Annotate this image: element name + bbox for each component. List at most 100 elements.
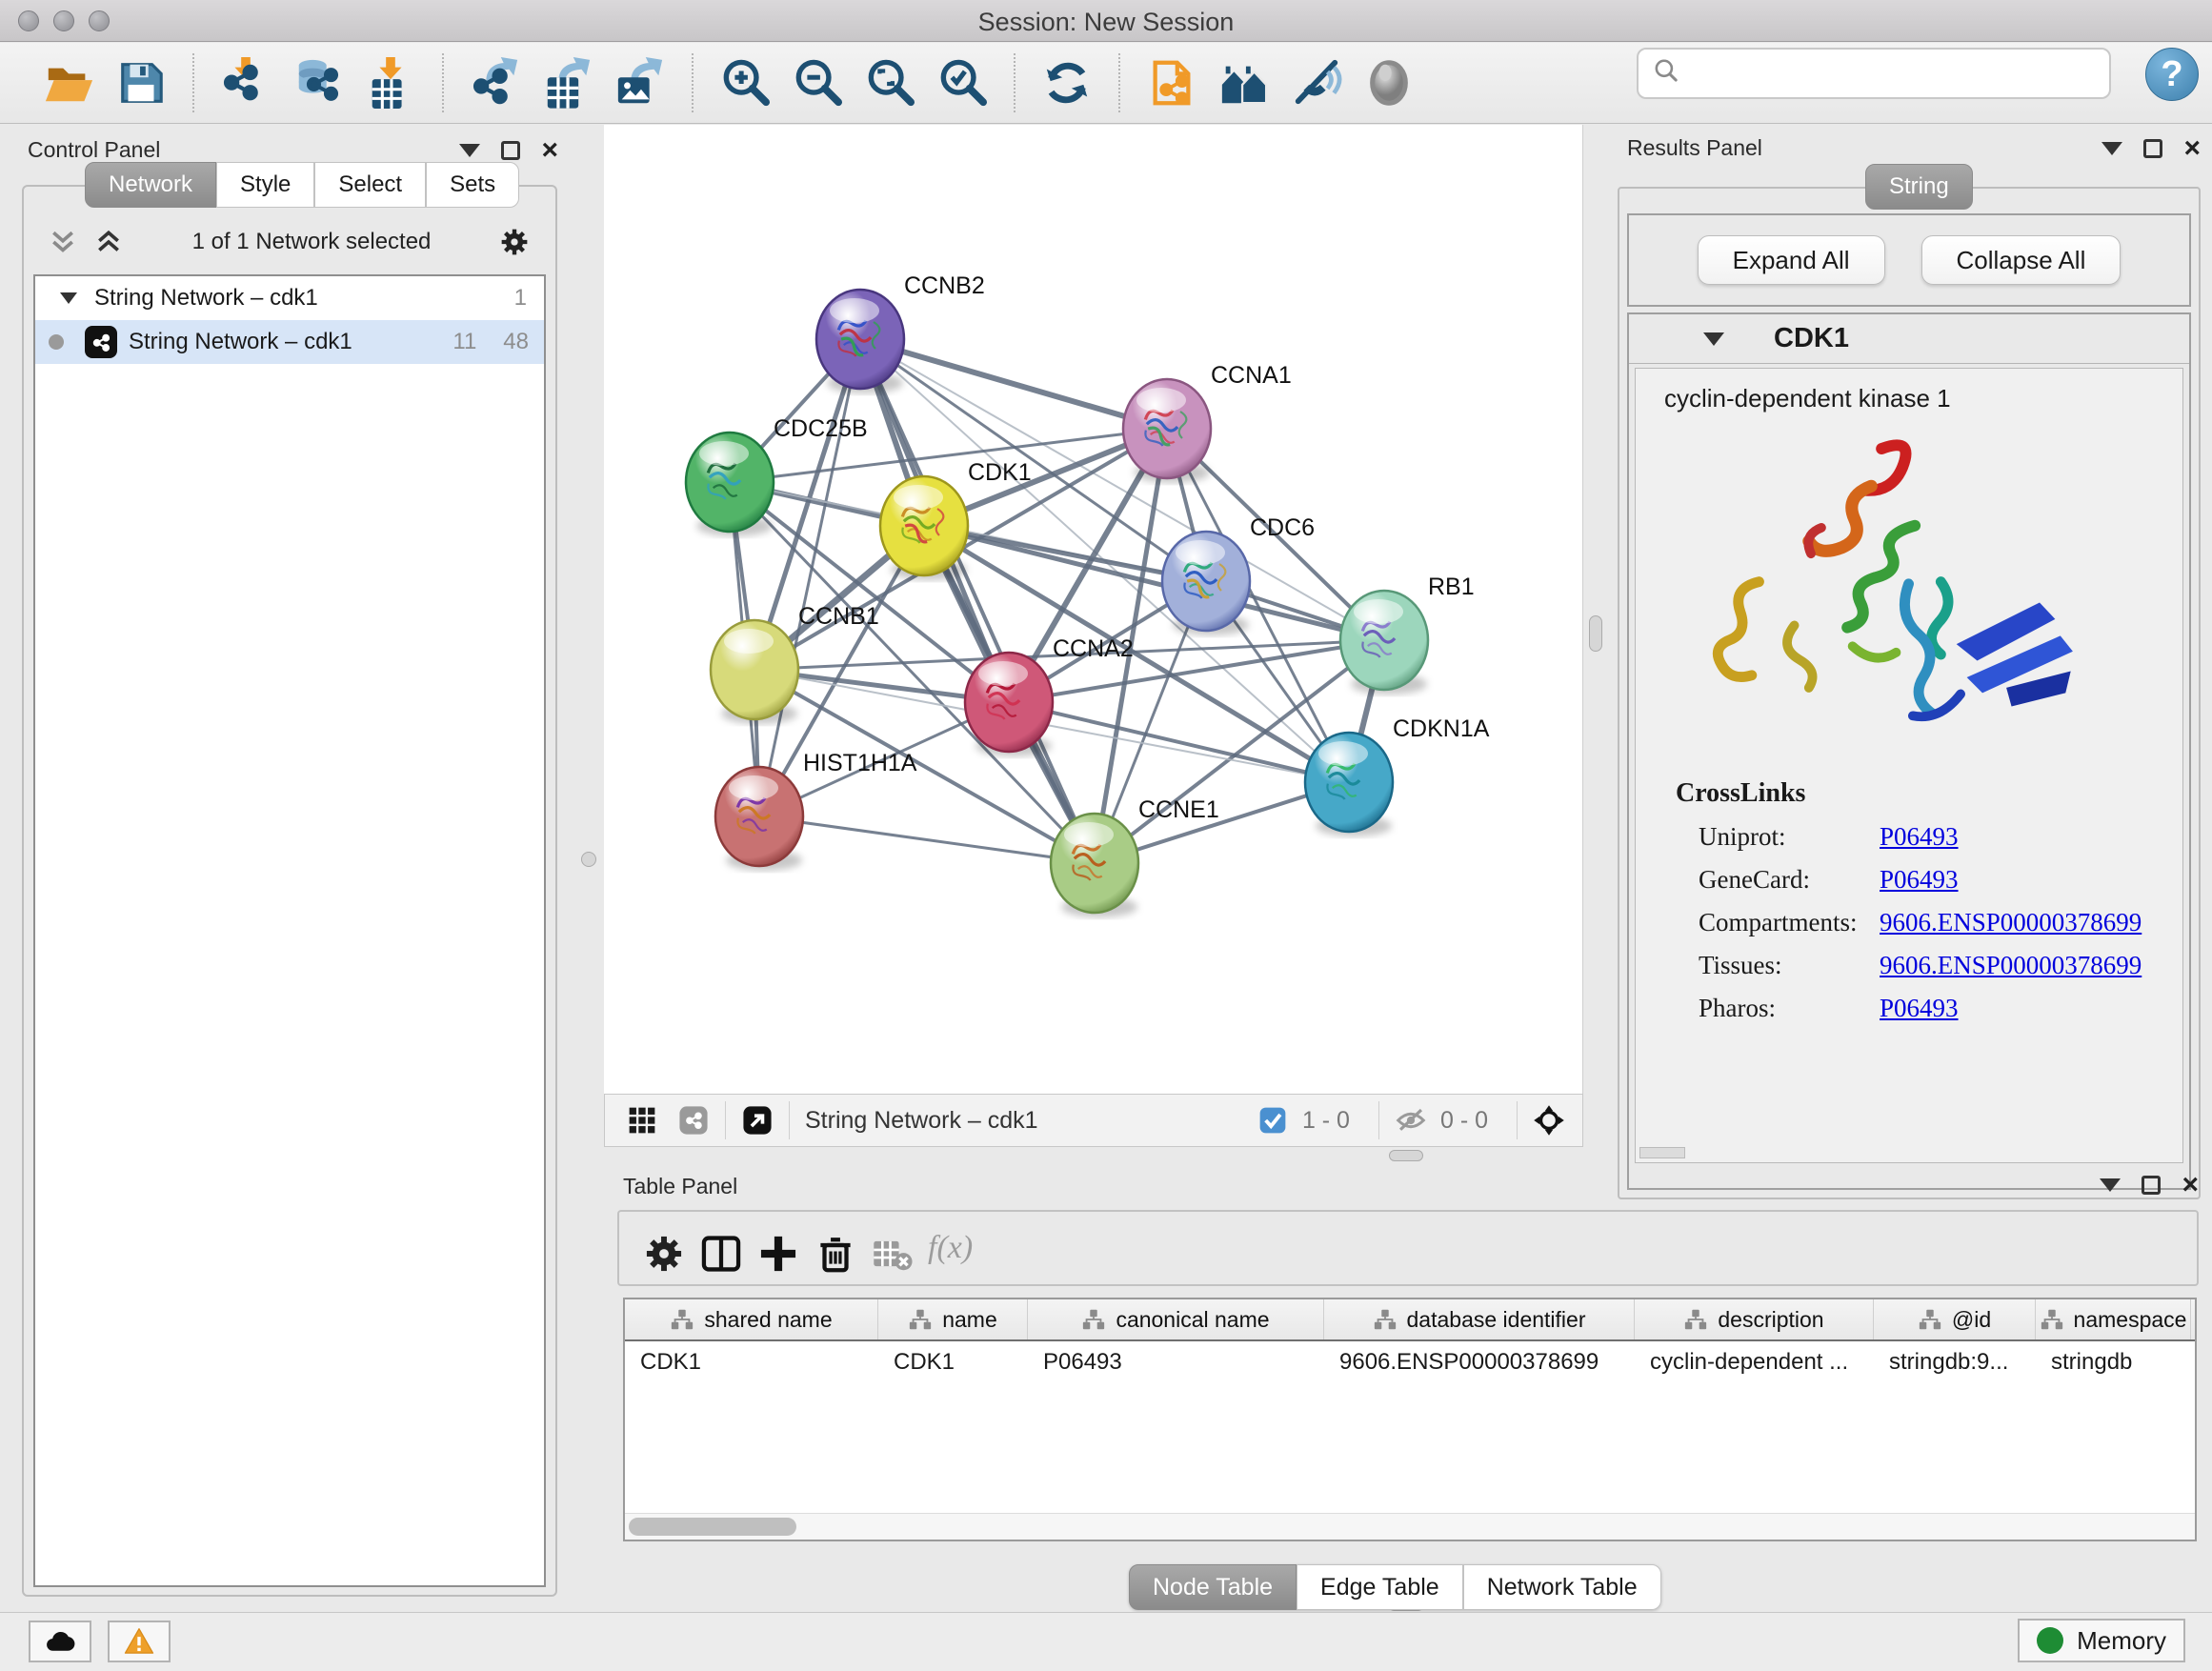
edge-CCNB2-CCNA1[interactable] [860, 339, 1167, 429]
show-columns-icon[interactable] [699, 1232, 732, 1264]
refresh-view-icon[interactable] [1039, 55, 1095, 111]
tab-string[interactable]: String [1865, 164, 1973, 210]
node-CCNB1[interactable]: CCNB1 [711, 603, 879, 724]
import-string-network-icon[interactable] [1144, 55, 1199, 111]
cloud-status-button[interactable] [29, 1621, 91, 1662]
export-table-icon[interactable] [540, 55, 595, 111]
cell-description[interactable]: cyclin-dependent ... [1635, 1349, 1874, 1376]
grid-view-icon[interactable] [626, 1104, 658, 1137]
tree-expand-caret-icon[interactable] [60, 292, 77, 304]
tab-network-table[interactable]: Network Table [1463, 1564, 1661, 1610]
network-view-canvas[interactable]: CCNB2CCNA1CDC25BCDK1CDC6RB1CCNB1CCNA2CDK… [604, 125, 1583, 1094]
node-CDKN1A[interactable]: CDKN1A [1305, 715, 1490, 836]
network-tree-row[interactable]: String Network – cdk1 11 48 [35, 320, 544, 364]
node-HIST1H1A[interactable]: HIST1H1A [715, 750, 917, 871]
results-panel-close-icon[interactable]: × [2183, 139, 2201, 158]
search-box[interactable] [1637, 48, 2111, 99]
cell-name[interactable]: CDK1 [878, 1349, 1028, 1376]
tab-node-table[interactable]: Node Table [1129, 1564, 1297, 1610]
tab-network[interactable]: Network [85, 162, 216, 208]
network-overview-icon[interactable] [1217, 55, 1272, 111]
export-network-icon[interactable] [468, 55, 523, 111]
tab-select[interactable]: Select [314, 162, 426, 208]
zoom-out-icon[interactable] [790, 55, 845, 111]
import-network-database-icon[interactable] [291, 55, 346, 111]
crosslink-link[interactable]: P06493 [1880, 865, 1959, 895]
table-scrollbar-thumb[interactable] [629, 1518, 796, 1536]
zoom-selected-icon[interactable] [935, 55, 990, 111]
selected-items-checkbox-icon[interactable] [1257, 1104, 1289, 1137]
edge-CDK1-RB1[interactable] [924, 526, 1384, 640]
collapse-all-button[interactable]: Collapse All [1921, 235, 2122, 285]
tab-edge-table[interactable]: Edge Table [1297, 1564, 1463, 1610]
vertical-splitter-handle-left[interactable] [581, 852, 596, 867]
cell-canonical-name[interactable]: P06493 [1028, 1349, 1324, 1376]
collapse-all-networks-icon[interactable] [47, 226, 79, 258]
edge-CCNA2-CDKN1A[interactable] [1009, 702, 1349, 782]
edge-CCNB2-HIST1H1A[interactable] [759, 339, 860, 816]
column-header-description[interactable]: description [1635, 1299, 1874, 1339]
column-header-database-identifier[interactable]: database identifier [1324, 1299, 1635, 1339]
import-table-file-icon[interactable] [363, 55, 418, 111]
hide-panels-icon[interactable] [1289, 55, 1344, 111]
help-button[interactable]: ? [2145, 48, 2199, 101]
toolbar-divider [692, 53, 694, 112]
control-panel-float-icon[interactable] [501, 141, 520, 160]
crosslink-link[interactable]: 9606.ENSP00000378699 [1880, 908, 2142, 937]
table-options-gear-icon[interactable] [642, 1232, 674, 1264]
export-image-icon[interactable] [613, 55, 668, 111]
control-panel-menu-caret-icon[interactable] [459, 144, 480, 157]
network-tree-row[interactable]: String Network – cdk1 1 [35, 276, 544, 320]
column-header-namespace[interactable]: namespace [2036, 1299, 2191, 1339]
search-input[interactable] [1694, 59, 2096, 88]
import-network-file-icon[interactable] [218, 55, 273, 111]
network-options-gear-icon[interactable] [498, 226, 531, 258]
table-panel-float-icon[interactable] [2142, 1176, 2161, 1195]
tab-sets[interactable]: Sets [426, 162, 519, 208]
table-horizontal-scrollbar[interactable] [625, 1513, 2195, 1540]
edge-CCNB2-CCNE1[interactable] [860, 339, 1095, 863]
results-panel-float-icon[interactable] [2143, 139, 2162, 158]
detach-view-icon[interactable] [741, 1104, 774, 1137]
cell-namespace[interactable]: stringdb [2036, 1349, 2191, 1376]
cell-shared-name[interactable]: CDK1 [625, 1349, 878, 1376]
zoom-in-icon[interactable] [717, 55, 773, 111]
results-panel-menu-caret-icon[interactable] [2101, 142, 2122, 155]
crosslink-link[interactable]: P06493 [1880, 994, 1959, 1023]
birds-eye-view-icon[interactable] [1533, 1104, 1565, 1137]
node-RB1[interactable]: RB1 [1340, 574, 1475, 695]
open-session-icon[interactable] [41, 55, 96, 111]
show-panel-icon[interactable] [1361, 55, 1417, 111]
tab-style[interactable]: Style [216, 162, 314, 208]
control-panel-close-icon[interactable]: × [541, 141, 558, 160]
table-panel-close-icon[interactable]: × [2182, 1176, 2199, 1195]
string-network-graph[interactable]: CCNB2CCNA1CDC25BCDK1CDC6RB1CCNB1CCNA2CDK… [604, 125, 1583, 1094]
expand-all-networks-icon[interactable] [92, 226, 125, 258]
node-CCNA1[interactable]: CCNA1 [1123, 362, 1292, 483]
network-badge-icon[interactable] [677, 1104, 710, 1137]
node-label-CCNA2: CCNA2 [1053, 635, 1134, 662]
column-header-name[interactable]: name [878, 1299, 1028, 1339]
edge-HIST1H1A-CCNE1[interactable] [759, 816, 1095, 863]
table-panel-menu-caret-icon[interactable] [2100, 1178, 2121, 1192]
column-header--id[interactable]: @id [1874, 1299, 2036, 1339]
gene-section-collapse-icon[interactable] [1703, 332, 1724, 346]
zoom-fit-icon[interactable] [862, 55, 917, 111]
cell-database-identifier[interactable]: 9606.ENSP00000378699 [1324, 1349, 1635, 1376]
table-row[interactable]: CDK1CDK1P064939606.ENSP00000378699cyclin… [625, 1341, 2195, 1383]
gene-section-header[interactable]: CDK1 [1629, 314, 2189, 364]
add-column-icon[interactable] [756, 1232, 789, 1264]
node-CCNE1[interactable]: CCNE1 [1051, 796, 1219, 917]
expand-all-button[interactable]: Expand All [1698, 235, 1885, 285]
delete-column-icon[interactable] [814, 1232, 846, 1264]
column-header-shared-name[interactable]: shared name [625, 1299, 878, 1339]
column-header-canonical-name[interactable]: canonical name [1028, 1299, 1324, 1339]
save-session-icon[interactable] [113, 55, 169, 111]
crosslink-link[interactable]: 9606.ENSP00000378699 [1880, 951, 2142, 980]
cell--id[interactable]: stringdb:9... [1874, 1349, 2036, 1376]
toolbar-divider [442, 53, 444, 112]
vertical-splitter-handle-right[interactable] [1589, 615, 1602, 652]
warnings-button[interactable] [108, 1621, 171, 1662]
memory-status-button[interactable]: Memory [2018, 1619, 2185, 1662]
crosslink-link[interactable]: P06493 [1880, 822, 1959, 852]
